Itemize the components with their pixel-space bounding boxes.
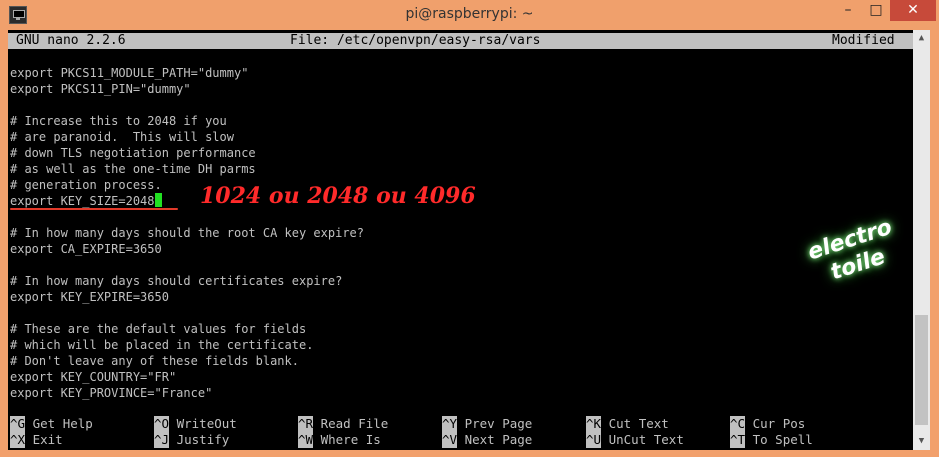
shortcut-label: Get Help (32, 416, 93, 431)
shortcut-key: ^K (586, 416, 602, 432)
shortcut-key: ^J (154, 432, 170, 448)
maximize-button[interactable]: □ (862, 0, 890, 21)
editor-line: export PKCS11_MODULE_PATH="dummy" (10, 66, 249, 80)
key-size-text: export KEY_SIZE=2048 (10, 194, 155, 208)
editor-line: # In how many days should certificates e… (10, 274, 343, 288)
editor-line: # Increase this to 2048 if you (10, 114, 227, 128)
annotation-underline (10, 208, 178, 210)
shortcut-key: ^U (586, 432, 602, 448)
shortcut-key: ^O (154, 416, 170, 432)
shortcut-label: Where Is (320, 432, 381, 447)
shortcut-justify: ^J Justify (154, 432, 229, 448)
shortcut-key: ^X (10, 432, 26, 448)
shortcut-uncut-text: ^U UnCut Text (586, 432, 684, 448)
editor-line: # Don't leave any of these fields blank. (10, 354, 299, 368)
shortcut-label: Justify (176, 432, 230, 447)
editor-line: export KEY_COUNTRY="FR" (10, 370, 177, 384)
editor-line: # In how many days should the root CA ke… (10, 226, 365, 240)
minimize-button[interactable]: – (834, 0, 862, 21)
shortcut-key: ^T (730, 432, 746, 448)
shortcut-key: ^W (298, 432, 314, 448)
shortcut-label: WriteOut (176, 416, 237, 431)
shortcut-label: Next Page (464, 432, 533, 447)
editor-line: # which will be placed in the certificat… (10, 338, 314, 352)
scroll-down-arrow-icon[interactable]: ▼ (913, 433, 930, 450)
shortcut-label: Exit (32, 432, 63, 447)
window-title: pi@raspberrypi: ~ (405, 6, 534, 22)
nano-header-bar: GNU nano 2.2.6 File: /etc/openvpn/easy-r… (8, 33, 913, 49)
shortcut-key: ^R (298, 416, 314, 432)
scrollbar-thumb[interactable] (915, 315, 928, 425)
nano-version: GNU nano 2.2.6 (16, 33, 126, 48)
shortcut-to-spell: ^T To Spell (730, 432, 813, 448)
editor-line: export CA_EXPIRE=3650 (10, 242, 162, 256)
editor-line: # These are the default values for field… (10, 322, 307, 336)
shortcut-label: Cur Pos (752, 416, 806, 431)
shortcut-key: ^V (442, 432, 458, 448)
key-size-annotation: 1024 ou 2048 ou 4096 (200, 183, 476, 209)
shortcut-key: ^G (10, 416, 26, 432)
nano-shortcut-bar: ^G Get Help ^O WriteOut ^R Read File ^Y … (8, 416, 913, 448)
terminal-area[interactable]: GNU nano 2.2.6 File: /etc/openvpn/easy-r… (8, 30, 913, 450)
shortcut-key: ^C (730, 416, 746, 432)
close-button[interactable]: ✕ (890, 0, 936, 21)
shortcut-prev-page: ^Y Prev Page (442, 416, 532, 432)
shortcut-label: Read File (320, 416, 389, 431)
vertical-scrollbar[interactable]: ▲ ▼ (913, 30, 930, 450)
nano-file-path: File: /etc/openvpn/easy-rsa/vars (290, 33, 541, 48)
editor-content[interactable]: export PKCS11_MODULE_PATH="dummy" export… (10, 65, 364, 401)
title-bar[interactable]: pi@raspberrypi: ~ – □ ✕ (0, 0, 939, 30)
shortcut-get-help: ^G Get Help (10, 416, 93, 432)
shortcut-where-is: ^W Where Is (298, 432, 381, 448)
shortcut-label: UnCut Text (608, 432, 684, 447)
text-cursor (154, 193, 162, 207)
editor-line: # down TLS negotiation performance (10, 146, 256, 160)
editor-line: export KEY_EXPIRE=3650 (10, 290, 169, 304)
shortcut-cur-pos: ^C Cur Pos (730, 416, 805, 432)
terminal-window: pi@raspberrypi: ~ – □ ✕ GNU nano 2.2.6 F… (0, 0, 939, 457)
shortcut-cut-text: ^K Cut Text (586, 416, 669, 432)
shortcut-next-page: ^V Next Page (442, 432, 532, 448)
shortcut-key: ^Y (442, 416, 458, 432)
editor-line: # are paranoid. This will slow (10, 130, 234, 144)
nano-modified-status: Modified (832, 33, 895, 48)
editor-line: export KEY_PROVINCE="France" (10, 386, 213, 400)
shortcut-writeout: ^O WriteOut (154, 416, 237, 432)
shortcut-read-file: ^R Read File (298, 416, 388, 432)
shortcut-label: Cut Text (608, 416, 669, 431)
scroll-up-arrow-icon[interactable]: ▲ (913, 30, 930, 47)
shortcut-label: To Spell (752, 432, 813, 447)
editor-line: # as well as the one-time DH parms (10, 162, 256, 176)
shortcut-label: Prev Page (464, 416, 533, 431)
shortcut-exit: ^X Exit (10, 432, 63, 448)
editor-line: export PKCS11_PIN="dummy" (10, 82, 191, 96)
